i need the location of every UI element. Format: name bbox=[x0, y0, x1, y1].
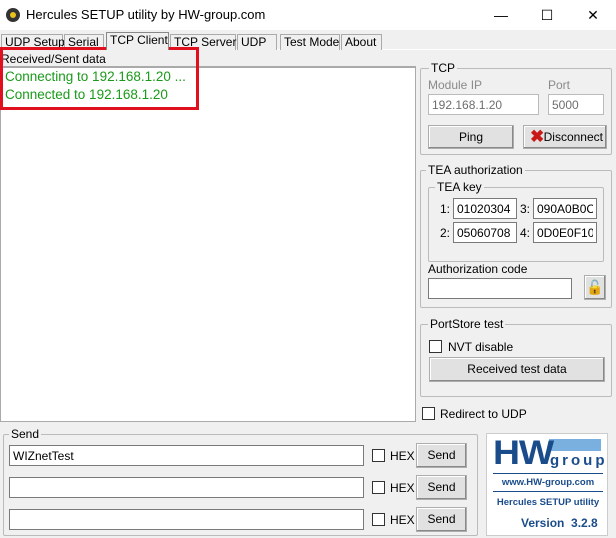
ping-label: Ping bbox=[458, 130, 484, 144]
received-data-area[interactable]: Connecting to 192.168.1.20 ... Connected… bbox=[0, 67, 416, 422]
send-input-1[interactable] bbox=[9, 445, 364, 466]
send-label: Send bbox=[427, 512, 456, 526]
padlock-icon: 🔓 bbox=[586, 279, 604, 295]
tea-group-label: TEA authorization bbox=[426, 163, 525, 177]
tea-key-group: TEA key 1: 3: 2: 4: bbox=[428, 180, 604, 262]
key-2-label: 2: bbox=[440, 226, 451, 240]
highlight-box bbox=[0, 47, 199, 110]
redirect-to-udp-checkbox[interactable] bbox=[422, 407, 435, 420]
send-input-2[interactable] bbox=[9, 477, 364, 498]
title-bar: Hercules SETUP utility by HW-group.com —… bbox=[0, 0, 616, 30]
hex-checkbox-2[interactable] bbox=[372, 481, 385, 494]
tcp-group: TCP Module IP Port Ping ✖ Disconnect bbox=[420, 61, 612, 155]
logo-group: group bbox=[550, 452, 608, 469]
send-button-3[interactable]: Send bbox=[416, 507, 467, 532]
tab-test-mode[interactable]: Test Mode bbox=[280, 34, 340, 50]
logo-bar bbox=[549, 439, 601, 451]
logo-rule bbox=[493, 473, 603, 474]
logo-url: www.HW-group.com bbox=[501, 477, 595, 488]
tab-udp[interactable]: UDP bbox=[237, 34, 277, 50]
module-ip-label: Module IP bbox=[428, 78, 483, 92]
nvt-disable-label: NVT disable bbox=[448, 340, 514, 354]
redirect-to-udp-label: Redirect to UDP bbox=[440, 407, 527, 421]
ping-button[interactable]: Ping bbox=[428, 125, 514, 149]
portstore-group-label: PortStore test bbox=[428, 317, 506, 331]
window-title: Hercules SETUP utility by HW-group.com bbox=[26, 7, 266, 22]
disconnect-label: Disconnect bbox=[543, 130, 603, 144]
logo-version: Version 3.2.8 bbox=[521, 516, 598, 530]
hw-group-logo: HW group www.HW-group.com Hercules SETUP… bbox=[486, 433, 608, 536]
send-group-label: Send bbox=[9, 427, 42, 441]
key-3-label: 3: bbox=[520, 202, 531, 216]
disconnect-button[interactable]: ✖ Disconnect bbox=[523, 125, 607, 149]
module-ip-input[interactable] bbox=[428, 94, 539, 115]
hex-checkbox-1[interactable] bbox=[372, 449, 385, 462]
tab-tcp-client[interactable]: TCP Client bbox=[106, 32, 169, 50]
logo-rule bbox=[493, 491, 603, 492]
hex-checkbox-3[interactable] bbox=[372, 513, 385, 526]
maximize-button[interactable]: ☐ bbox=[524, 0, 570, 30]
red-x-icon: ✖ bbox=[530, 127, 545, 146]
minimize-button[interactable]: — bbox=[478, 0, 524, 30]
close-button[interactable]: ✕ bbox=[570, 0, 616, 30]
send-button-1[interactable]: Send bbox=[416, 443, 467, 468]
hercules-app-icon bbox=[6, 8, 20, 22]
logo-brand: HW bbox=[493, 434, 554, 472]
hex-label-3: HEX bbox=[390, 513, 415, 527]
hex-label-1: HEX bbox=[390, 449, 415, 463]
received-test-data-label: Received test data bbox=[467, 362, 567, 376]
key-1-input[interactable] bbox=[453, 198, 517, 219]
key-4-input[interactable] bbox=[533, 222, 597, 243]
key-2-input[interactable] bbox=[453, 222, 517, 243]
received-test-data-button[interactable]: Received test data bbox=[429, 357, 605, 382]
portstore-test-group: PortStore test NVT disable Received test… bbox=[420, 317, 612, 397]
tea-authorization-group: TEA authorization TEA key 1: 3: 2: 4: Au… bbox=[420, 163, 612, 308]
send-label: Send bbox=[427, 480, 456, 494]
logo-product: Hercules SETUP utility bbox=[496, 497, 600, 508]
send-label: Send bbox=[427, 448, 456, 462]
key-3-input[interactable] bbox=[533, 198, 597, 219]
lock-button[interactable]: 🔓 bbox=[584, 275, 606, 300]
port-input[interactable] bbox=[548, 94, 604, 115]
key-4-label: 4: bbox=[520, 226, 531, 240]
key-1-label: 1: bbox=[440, 202, 451, 216]
authorization-code-input[interactable] bbox=[428, 278, 572, 299]
authorization-code-label: Authorization code bbox=[428, 262, 528, 276]
port-label: Port bbox=[548, 78, 571, 92]
tea-key-label: TEA key bbox=[435, 180, 484, 194]
tcp-group-label: TCP bbox=[429, 61, 457, 75]
tab-about[interactable]: About bbox=[341, 34, 382, 50]
send-input-3[interactable] bbox=[9, 509, 364, 530]
hex-label-2: HEX bbox=[390, 481, 415, 495]
nvt-disable-checkbox[interactable] bbox=[429, 340, 442, 353]
send-button-2[interactable]: Send bbox=[416, 475, 467, 500]
